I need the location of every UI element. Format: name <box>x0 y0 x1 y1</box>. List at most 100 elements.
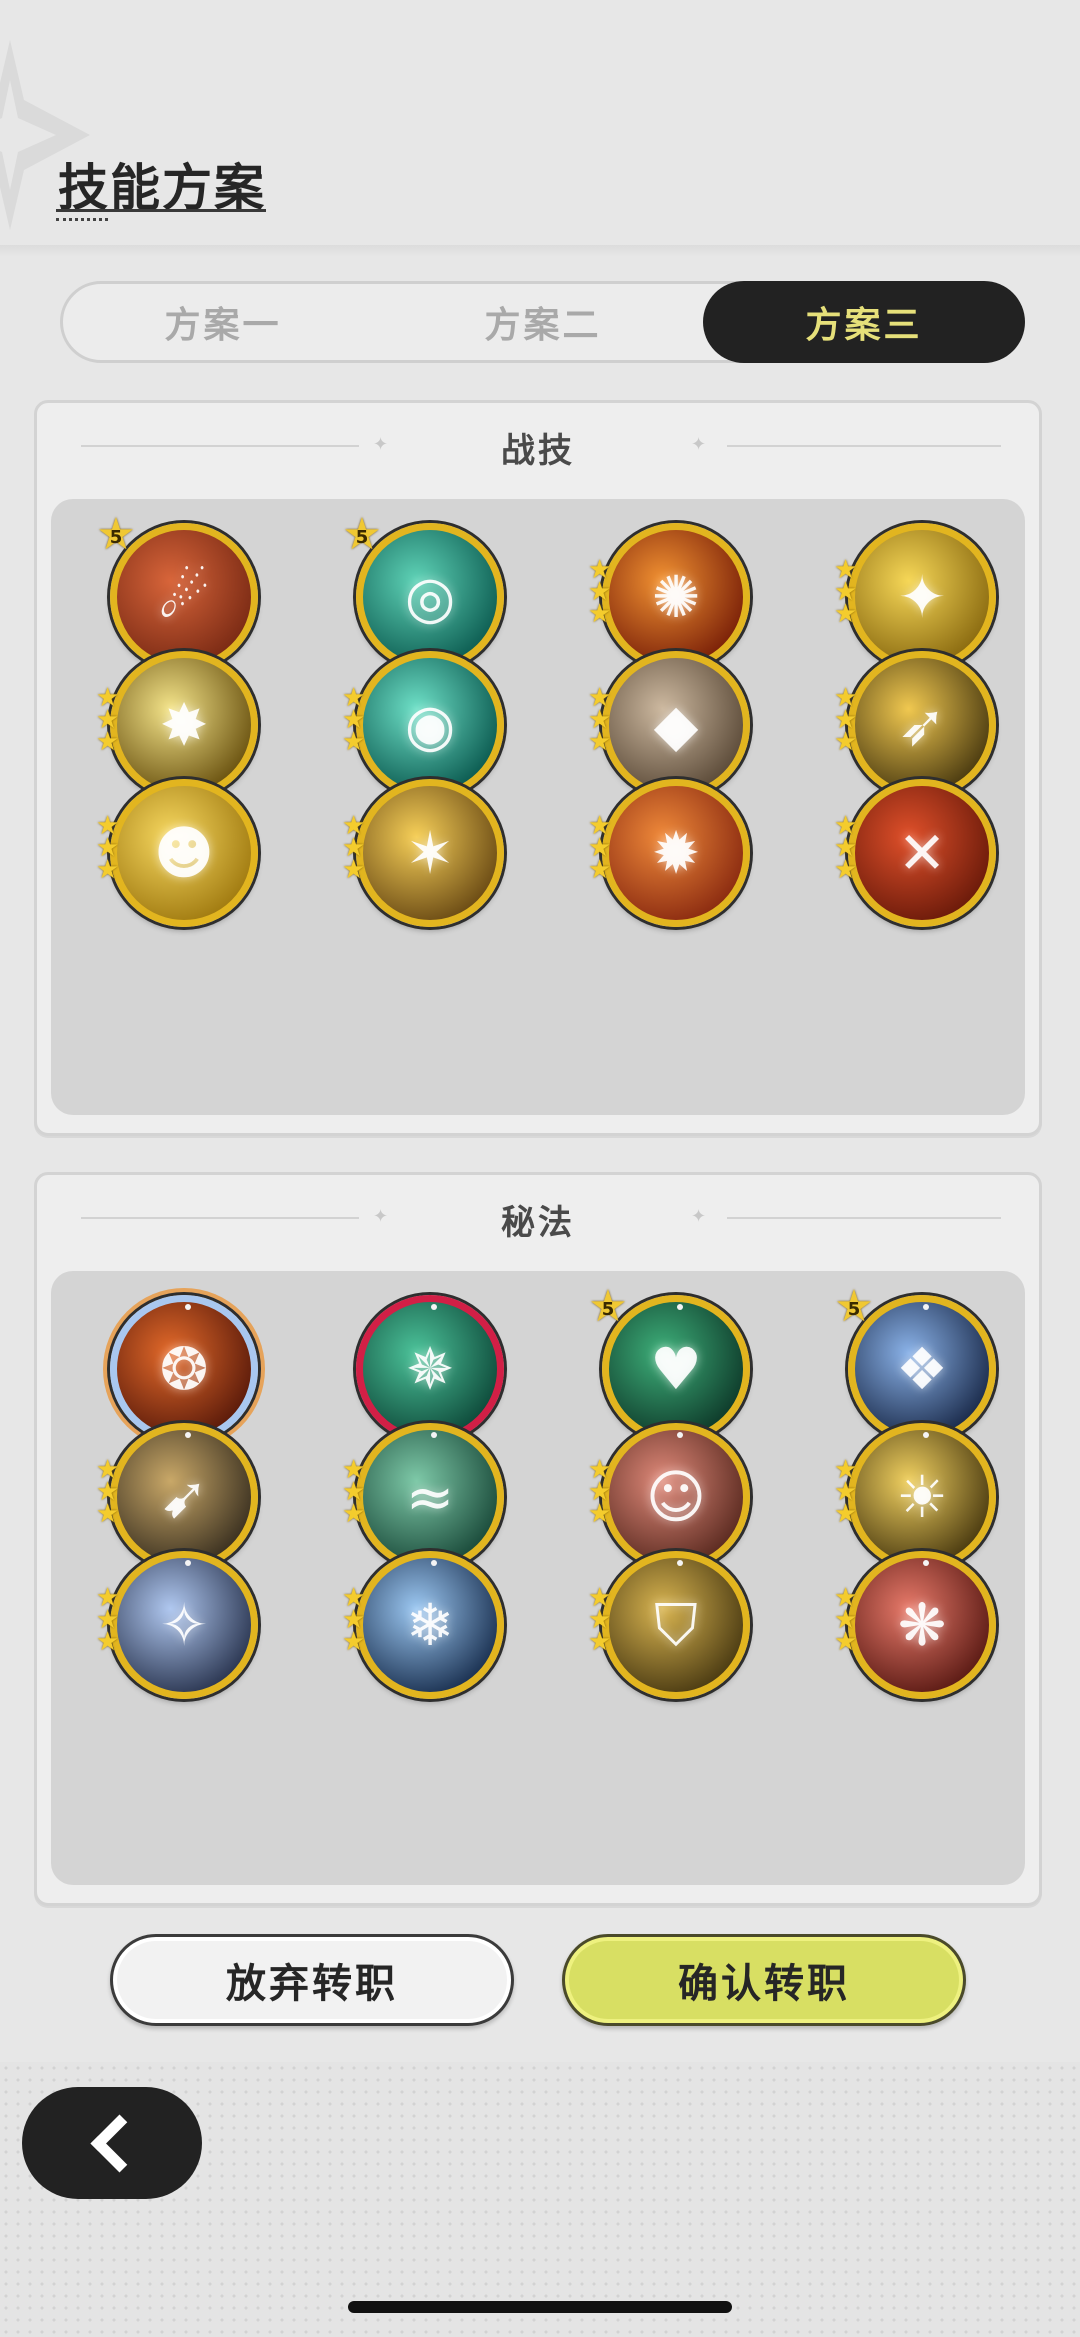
tab-plan-two[interactable]: 方案二 <box>383 284 703 360</box>
star-icon: ★ <box>96 727 120 757</box>
secret-arts-grid: ❂ ✵ ♥ ★ 5 ❖ ★ 5 ➹ ★ ★ ★ ≈ ★ ★ ★ ☺ ★ ★ ★ ☀ ★ ★ ★ ✧ ★ ★ ★ ❄ ★ ★ ★ ⛉ ★ ★ ★ ❋ ★ ★ ★ <box>51 1271 1025 1885</box>
panel-header: ✦ 战技 ✦ <box>37 403 1039 491</box>
golden-shield-secret-icon[interactable]: ⛉ <box>602 1551 750 1699</box>
star-level-number: 5 <box>109 526 123 548</box>
star-icon: ★ <box>834 1499 858 1529</box>
star-strike-skill-icon[interactable]: ✦ <box>848 523 996 671</box>
confirm-class-change-button[interactable]: 确认转职 <box>562 1934 966 2026</box>
skill-emblem: ✸ <box>159 691 209 759</box>
star-rating: ★ ★ ★ <box>834 1457 864 1529</box>
frame-marker <box>431 1304 437 1310</box>
header-rule-right <box>727 445 1001 447</box>
star-level-number: 5 <box>847 1298 861 1320</box>
light-dash-skill-icon[interactable]: ➶ <box>848 651 996 799</box>
thorn-blast-skill-icon[interactable]: ✕ <box>848 779 996 927</box>
plan-tabs: 方案一 方案二 方案三 <box>60 281 1025 363</box>
star-rating: ★ ★ ★ <box>96 1585 126 1657</box>
skill-emblem: ✕ <box>897 819 947 887</box>
rising-star-secret-icon[interactable]: ✧ <box>110 1551 258 1699</box>
star-icon: ★ <box>588 599 612 629</box>
skill-emblem: ❖ <box>896 1335 948 1403</box>
wave-leap-secret-icon[interactable]: ≈ <box>356 1423 504 1571</box>
star-rating: ★ ★ ★ <box>588 557 618 629</box>
diamond-icon: ✦ <box>691 434 707 455</box>
radiant-figure-secret-icon[interactable]: ☀ <box>848 1423 996 1571</box>
star-rating: ★ ★ ★ <box>588 685 618 757</box>
skill-emblem: ❋ <box>897 1591 947 1659</box>
shatter-skill-icon[interactable]: ✶ <box>356 779 504 927</box>
skill-emblem: ◆ <box>653 691 699 759</box>
star-rating: ★ ★ ★ <box>588 813 618 885</box>
star-rating: ★ ★ ★ <box>96 685 126 757</box>
flame-orb-secret-icon[interactable]: ❋ <box>848 1551 996 1699</box>
star-rating: ★ ★ ★ <box>834 1585 864 1657</box>
skill-emblem: ◎ <box>404 563 456 631</box>
star-icon: ★ <box>834 855 858 885</box>
back-button[interactable] <box>22 2087 202 2199</box>
tab-plan-three[interactable]: 方案三 <box>703 281 1025 363</box>
diamond-icon: ✦ <box>691 1206 707 1227</box>
frame-marker <box>185 1560 191 1566</box>
star-rating: ★ ★ ★ <box>342 1457 372 1529</box>
fire-spiral-skill-icon[interactable]: ✹ <box>602 779 750 927</box>
frame-marker <box>185 1432 191 1438</box>
star-icon: ★ <box>342 727 366 757</box>
frame-marker <box>923 1432 929 1438</box>
section-title-combat: 战技 <box>501 431 575 471</box>
frame-marker <box>677 1304 683 1310</box>
star-icon: ★ <box>588 1627 612 1657</box>
star-icon: ★ <box>834 727 858 757</box>
chevron-left-icon <box>90 2114 148 2172</box>
frame-marker <box>185 1304 191 1310</box>
section-title-secret: 秘法 <box>501 1203 575 1243</box>
star-rating: ★ ★ ★ <box>342 1585 372 1657</box>
skill-emblem: ✹ <box>651 819 701 887</box>
whirlwind-skill-icon[interactable]: ◉ <box>356 651 504 799</box>
skill-emblem: ✵ <box>405 1335 455 1403</box>
star-rating: ★ ★ ★ <box>834 813 864 885</box>
wing-hand-secret-icon[interactable]: ➹ <box>110 1423 258 1571</box>
combat-skills-grid: ☄ ★ 5 ◎ ★ 5 ✺ ★ ★ ★ ✦ ★ ★ ★ ✸ ★ ★ ★ ◉ ★ ★ ★ ◆ ★ ★ ★ ➶ ★ ★ ★ ☻ ★ ★ ★ ✶ ★ ★ ★ ✹ ★… <box>51 499 1025 1115</box>
star-level-number: 5 <box>601 1298 615 1320</box>
emerald-spikes-secret-icon[interactable]: ✵ <box>356 1295 504 1443</box>
ice-crystal-secret-icon[interactable]: ❄ <box>356 1551 504 1699</box>
skill-emblem: ➶ <box>897 691 947 759</box>
rock-shield-skill-icon[interactable]: ◆ <box>602 651 750 799</box>
title-underline <box>56 209 266 212</box>
star-icon: ★ <box>96 1627 120 1657</box>
combat-skills-panel: ✦ 战技 ✦ ☄ ★ 5 ◎ ★ 5 ✺ ★ ★ ★ ✦ ★ ★ ★ ✸ ★ ★ ★ ◉ ★ ★ ★ ◆ ★ ★ ★ ➶ ★ ★ ★ ☻ ★ ★… <box>34 400 1042 1136</box>
star-icon: ★ <box>588 855 612 885</box>
star-rating: ★ ★ ★ <box>588 1585 618 1657</box>
skill-emblem: ❄ <box>405 1591 455 1659</box>
flame-burst-skill-icon[interactable]: ✺ <box>602 523 750 671</box>
star-level-badge: ★ 5 <box>342 513 382 557</box>
skill-emblem: ≈ <box>405 1463 455 1531</box>
abandon-class-change-button[interactable]: 放弃转职 <box>110 1934 514 2026</box>
star-level-number: 5 <box>355 526 369 548</box>
skill-emblem: ➹ <box>159 1463 209 1531</box>
lightning-orb-skill-icon[interactable]: ✸ <box>110 651 258 799</box>
fire-core-secret-icon[interactable]: ❂ <box>110 1295 258 1443</box>
tab-plan-one[interactable]: 方案一 <box>63 284 383 360</box>
star-icon: ★ <box>96 855 120 885</box>
skill-emblem: ♥ <box>650 1335 702 1403</box>
star-icon: ★ <box>342 1499 366 1529</box>
star-icon: ★ <box>834 1627 858 1657</box>
star-icon: ★ <box>588 727 612 757</box>
star-rating: ★ ★ ★ <box>834 557 864 629</box>
star-icon: ★ <box>342 855 366 885</box>
skill-emblem: ☀ <box>896 1463 948 1531</box>
healer-figure-secret-icon[interactable]: ☺ <box>602 1423 750 1571</box>
home-indicator <box>348 2301 732 2313</box>
frame-marker <box>431 1560 437 1566</box>
star-icon: ★ <box>342 1627 366 1657</box>
skill-emblem: ☻ <box>153 819 215 887</box>
title-dots <box>56 218 108 221</box>
star-icon: ★ <box>834 599 858 629</box>
frame-marker <box>923 1560 929 1566</box>
skill-emblem: ✦ <box>897 563 947 631</box>
star-level-badge: ★ 5 <box>834 1285 874 1329</box>
guardian-figure-skill-icon[interactable]: ☻ <box>110 779 258 927</box>
frame-marker <box>677 1560 683 1566</box>
skill-emblem: ◉ <box>404 691 456 759</box>
